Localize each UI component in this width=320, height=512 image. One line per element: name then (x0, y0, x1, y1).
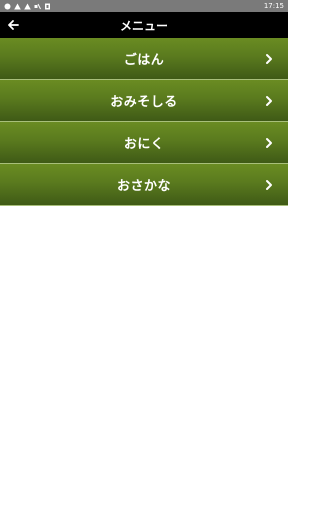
menu-list: ごはん おみそしる おにく おさかな (0, 38, 288, 206)
menu-item-label: おにく (123, 137, 165, 152)
muted-icon (34, 3, 41, 10)
menu-item-gohan[interactable]: ごはん (0, 38, 288, 80)
chevron-right-icon (264, 95, 274, 107)
back-button[interactable] (0, 12, 26, 38)
status-time: 17:15 (263, 2, 284, 10)
chevron-right-icon (264, 53, 274, 65)
status-icons (4, 3, 51, 10)
menu-item-label: おさかな (116, 179, 171, 194)
alert-icon (24, 3, 31, 10)
warning-icon (14, 3, 21, 10)
sim-icon (44, 3, 51, 10)
menu-item-label: おみそしる (110, 95, 178, 110)
chevron-right-icon (264, 179, 274, 191)
menu-item-omisoshiru[interactable]: おみそしる (0, 80, 288, 122)
chevron-right-icon (264, 137, 274, 149)
menu-item-oniku[interactable]: おにく (0, 122, 288, 164)
menu-item-label: ごはん (123, 53, 165, 68)
app-bar: メニュー (0, 12, 288, 38)
arrow-left-icon (7, 16, 19, 35)
menu-item-osakana[interactable]: おさかな (0, 164, 288, 206)
status-bar: 17:15 (0, 0, 288, 12)
page-title: メニュー (119, 18, 168, 33)
notification-dot-icon (4, 3, 11, 10)
